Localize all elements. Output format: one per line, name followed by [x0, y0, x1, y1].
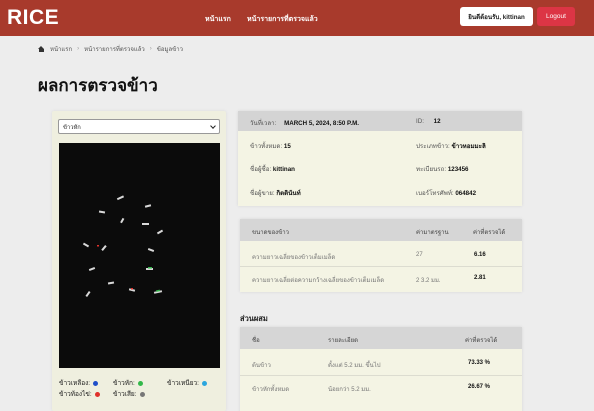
- row-divider: [240, 266, 522, 267]
- breadcrumb-separator: ›: [77, 46, 80, 52]
- rice-type-field: ประเภทข้าว: ข้าวหอมมะลิ: [416, 143, 486, 150]
- column-header: ค่าที่ตรวจได้: [473, 230, 506, 236]
- breadcrumb-current: ข้อมูลข้าว: [156, 47, 183, 53]
- table-cell: 73.33 %: [468, 360, 491, 366]
- legend-item: ข้าวเหลือง:: [59, 378, 99, 388]
- table-cell: น้อยกว่า 5.2 มม.: [328, 387, 371, 393]
- breadcrumb: หน้าแรก › หน้ารายการที่ตรวจแล้ว › ข้อมูล…: [38, 44, 183, 54]
- rice-image-panel: ข้าวหัก ข้าวเหลือง: ข้าวหัก: ข้าวเหนียว:…: [52, 111, 226, 411]
- home-icon: [38, 46, 45, 52]
- grain-type-select-value: ข้าวหัก: [63, 124, 81, 131]
- column-header: รายละเอียด: [328, 338, 359, 344]
- column-header: ค่าที่ตรวจได้: [465, 338, 498, 344]
- logout-button[interactable]: Logout: [537, 7, 575, 26]
- phone-field: เบอร์โทรศัพท์: 064842: [416, 190, 477, 197]
- buyer-field: ชื่อผู้ซื้อ: kittinan: [250, 166, 295, 173]
- rice-grain-scan: [82, 195, 164, 298]
- nav-link-home[interactable]: หน้าแรก: [205, 14, 231, 25]
- table-cell: 2.81: [474, 275, 486, 281]
- breadcrumb-home[interactable]: หน้าแรก: [50, 44, 72, 54]
- seller-field: ชื่อผู้ขาย: กิตตินันท์: [250, 190, 301, 197]
- legend-label: ข้าวเหลือง:: [59, 380, 91, 387]
- grain-type-select[interactable]: ข้าวหัก: [58, 119, 220, 134]
- legend-dot-icon: [94, 391, 100, 397]
- legend-label: ข้าวหัก:: [113, 380, 135, 387]
- table-cell: 6.16: [474, 252, 486, 258]
- mix-table: ชื่อ รายละเอียด ค่าที่ตรวจได้ ต้นข้าว ตั…: [240, 327, 522, 411]
- table-cell: ความยาวเฉลี่ยต่อความกว้างเฉลี่ยของข้าวเต…: [252, 278, 385, 284]
- legend-item: ข้าวหัก:: [113, 378, 143, 388]
- legend-dot-icon: [93, 380, 99, 386]
- table-cell: ต้นข้าว: [252, 363, 271, 369]
- legend-item: ข้าวท้องไข่:: [59, 389, 100, 399]
- table-cell: ความยาวเฉลี่ยของข้าวเต็มเมล็ด: [252, 255, 336, 261]
- row-divider: [240, 375, 522, 376]
- registration-field: ทะเบียนรถ: 123456: [416, 166, 469, 173]
- column-header: ขนาดของข้าว: [252, 230, 289, 236]
- column-header: ค่ามาตรฐาน: [416, 230, 449, 236]
- legend-dot-icon: [139, 391, 145, 397]
- legend-dot-icon: [201, 380, 207, 386]
- mix-section-title: ส่วนผสม: [240, 314, 268, 323]
- user-welcome-button[interactable]: ยินดีต้อนรับ, kittinan: [460, 7, 533, 26]
- legend-item: ข้าวเหนียว:: [167, 378, 207, 388]
- legend-dot-icon: [137, 380, 143, 386]
- created-field: วันที่เวลา: MARCH 5, 2024, 8:50 P.M.: [250, 120, 359, 127]
- table-cell: 26.67 %: [468, 384, 491, 390]
- table-cell: 2 3.2 มม.: [416, 278, 441, 284]
- inspection-info-card: วันที่เวลา: MARCH 5, 2024, 8:50 P.M. ID:…: [238, 111, 522, 206]
- column-header: ชื่อ: [252, 338, 260, 344]
- legend-label: ข้าวท้องไข่:: [59, 391, 92, 398]
- chevron-down-icon: [210, 123, 216, 129]
- breadcrumb-separator: ›: [149, 46, 152, 52]
- grain-size-table: ขนาดของข้าว ค่ามาตรฐาน ค่าที่ตรวจได้ ควา…: [240, 219, 522, 292]
- page-title: ผลการตรวจข้าว: [38, 76, 158, 95]
- brand-logo[interactable]: RICE: [7, 6, 59, 30]
- table-cell: ตั้งแต่ 5.2 มม. ขึ้นไป: [328, 363, 381, 369]
- table-cell: ข้าวหักทั้งหมด: [252, 387, 290, 393]
- nav-link-inspected-list[interactable]: หน้ารายการที่ตรวจแล้ว: [247, 14, 318, 25]
- breadcrumb-inspected-list[interactable]: หน้ารายการที่ตรวจแล้ว: [84, 44, 145, 54]
- legend-item: ข้าวเสีย:: [113, 389, 145, 399]
- legend-label: ข้าวเหนียว:: [167, 380, 199, 387]
- total-grain-field: ข้าวทั้งหมด: 15: [250, 143, 291, 150]
- rice-grain-image: [59, 143, 220, 368]
- table-cell: 27: [416, 252, 423, 258]
- top-navbar: RICE หน้าแรก หน้ารายการที่ตรวจแล้ว ยินดี…: [0, 0, 594, 36]
- id-field: ID: 12: [416, 118, 441, 125]
- legend-label: ข้าวเสีย:: [113, 391, 137, 398]
